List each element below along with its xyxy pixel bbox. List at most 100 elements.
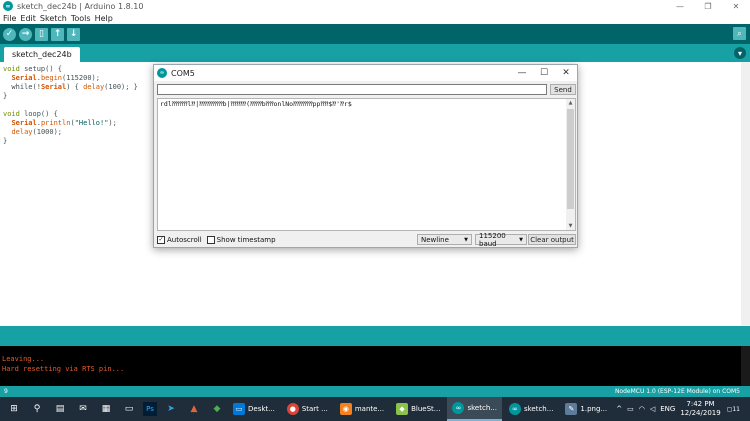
- code-token: (1000);: [32, 128, 63, 136]
- line-ending-select[interactable]: Newline ▼: [417, 234, 472, 245]
- taskbar-app[interactable]: ▭ Deskt...: [228, 397, 280, 421]
- app-icon: ◉: [339, 403, 352, 415]
- verify-button[interactable]: ✓: [3, 27, 16, 41]
- serial-monitor-title-bar[interactable]: ∞ COM5 — ☐ ✕: [154, 65, 577, 81]
- timestamp-label: Show timestamp: [216, 235, 276, 244]
- network-icon[interactable]: ▭: [627, 405, 634, 413]
- upload-button[interactable]: →: [19, 27, 32, 41]
- explorer-icon: ▭: [233, 403, 245, 415]
- maximize-button[interactable]: ❐: [694, 0, 722, 12]
- timestamp-checkbox[interactable]: [206, 235, 215, 244]
- close-button[interactable]: ✕: [722, 0, 750, 12]
- code-token: setup() {: [19, 65, 63, 73]
- console-output: Leaving... Hard resetting via RTS pin...: [0, 346, 750, 386]
- scroll-up-icon[interactable]: ▲: [566, 99, 575, 107]
- editor-scrollbar[interactable]: [741, 62, 750, 326]
- notification-count: 11: [732, 405, 740, 413]
- telegram-icon[interactable]: ➤: [162, 400, 180, 418]
- tab-bar: sketch_dec24b ▾: [0, 44, 750, 62]
- taskbar-app[interactable]: ● Start ...: [282, 397, 333, 421]
- console-divider[interactable]: [0, 326, 750, 346]
- chevron-down-icon: ▼: [519, 236, 523, 243]
- wifi-icon[interactable]: ◠: [639, 405, 645, 413]
- language-indicator[interactable]: ENG: [660, 405, 675, 413]
- clear-output-button[interactable]: Clear output: [528, 234, 576, 245]
- taskbar-app[interactable]: ∞ sketch...: [504, 397, 558, 421]
- minimize-button[interactable]: —: [666, 0, 694, 12]
- serial-close-button[interactable]: ✕: [555, 65, 577, 81]
- code-text[interactable]: void setup() { Serial.begin(115200); whi…: [3, 65, 138, 146]
- send-row: Send: [157, 84, 576, 95]
- board-info: NodeMCU 1.0 (ESP-12E Module) on COM5: [614, 388, 740, 395]
- tab-sketch[interactable]: sketch_dec24b: [4, 47, 80, 62]
- serial-output[interactable]: rdl⁇⁇⁇⁇l⁇|⁇⁇⁇⁇⁇⁇b|⁇⁇⁇⁇(⁇⁇⁇b⁇⁇onlNo⁇⁇⁇⁇⁇p…: [157, 98, 576, 231]
- serial-options-row: ✓ Autoscroll Show timestamp Newline ▼ 11…: [157, 231, 576, 248]
- calculator-icon[interactable]: ▦: [97, 400, 115, 418]
- taskbar-app-label: BlueSt...: [411, 405, 441, 413]
- console-line: Hard resetting via RTS pin...: [2, 365, 125, 373]
- search-icon[interactable]: ⚲: [28, 400, 46, 418]
- app-icon[interactable]: ◆: [208, 400, 226, 418]
- autoscroll-checkbox[interactable]: ✓: [157, 235, 165, 244]
- menu-edit[interactable]: Edit: [20, 14, 36, 23]
- scroll-thumb[interactable]: [567, 109, 574, 209]
- code-token: ) {: [66, 83, 84, 91]
- clock-date: 12/24/2019: [680, 409, 721, 417]
- serial-monitor-button[interactable]: ⌕: [733, 27, 746, 40]
- console-scrollbar[interactable]: [741, 346, 750, 386]
- taskbar-app-label: mante...: [354, 405, 385, 413]
- code-token: }: [3, 137, 8, 145]
- menu-tools[interactable]: Tools: [71, 14, 91, 23]
- serial-input[interactable]: [157, 84, 547, 95]
- chevron-down-icon: ▼: [464, 236, 468, 243]
- code-token: begin: [40, 74, 63, 82]
- code-token: (100); }: [104, 83, 138, 91]
- code-token: }: [3, 92, 8, 100]
- tab-menu-button[interactable]: ▾: [734, 47, 746, 59]
- menu-help[interactable]: Help: [95, 14, 113, 23]
- taskbar-app[interactable]: ∞ sketch...: [447, 397, 502, 421]
- volume-icon[interactable]: ◁: [650, 405, 655, 413]
- serial-output-text: rdl⁇⁇⁇⁇l⁇|⁇⁇⁇⁇⁇⁇b|⁇⁇⁇⁇(⁇⁇⁇b⁇⁇onlNo⁇⁇⁇⁇⁇p…: [160, 100, 352, 108]
- mail-icon[interactable]: ✉: [74, 400, 92, 418]
- windows-start-icon[interactable]: ⊞: [5, 400, 23, 418]
- photoshop-icon[interactable]: Ps: [143, 402, 157, 416]
- save-sketch-button[interactable]: ↓: [67, 27, 80, 41]
- taskbar-app[interactable]: ✎ 1.png...: [560, 397, 612, 421]
- serial-output-scrollbar[interactable]: ▲ ▼: [566, 99, 575, 230]
- code-token: void: [3, 65, 20, 73]
- code-token: (115200);: [62, 74, 100, 82]
- code-token: while(!: [3, 83, 41, 91]
- taskbar-app[interactable]: ◉ mante...: [335, 397, 389, 421]
- taskbar-app[interactable]: ◆ BlueSt...: [391, 397, 445, 421]
- task-view-icon[interactable]: ▤: [51, 400, 69, 418]
- baud-rate-select[interactable]: 115200 baud ▼: [475, 231, 527, 248]
- line-ending-value: Newline: [421, 235, 449, 244]
- scroll-down-icon[interactable]: ▼: [566, 222, 575, 230]
- notification-icon[interactable]: ▢11: [727, 406, 745, 413]
- arduino-icon: ∞: [452, 402, 465, 414]
- serial-maximize-button[interactable]: ☐: [533, 65, 555, 81]
- console-line: Leaving...: [2, 355, 45, 363]
- matlab-icon[interactable]: ▲: [185, 400, 203, 418]
- open-sketch-button[interactable]: ↑: [51, 27, 64, 41]
- monitor-icon[interactable]: ▭: [120, 400, 138, 418]
- menu-sketch[interactable]: Sketch: [40, 14, 67, 23]
- toolbar: ✓ → ▯ ↑ ↓ ⌕: [0, 24, 750, 44]
- autoscroll-label: Autoscroll: [167, 235, 202, 244]
- ide-title-bar: ∞ sketch_dec24b | Arduino 1.8.10 — ❐ ✕: [0, 0, 750, 12]
- code-token: delay: [11, 128, 33, 136]
- serial-minimize-button[interactable]: —: [511, 65, 533, 81]
- baud-rate-value: 115200 baud: [479, 231, 506, 248]
- taskbar-app-label: Deskt...: [248, 405, 275, 413]
- clock[interactable]: 7:42 PM 12/24/2019: [680, 400, 720, 418]
- menu-file[interactable]: File: [3, 14, 16, 23]
- new-sketch-button[interactable]: ▯: [35, 27, 48, 41]
- send-button[interactable]: Send: [550, 84, 576, 95]
- code-token: Serial: [11, 119, 37, 127]
- serial-monitor-window: ∞ COM5 — ☐ ✕ Send rdl⁇⁇⁇⁇l⁇|⁇⁇⁇⁇⁇⁇b|⁇⁇⁇⁇…: [153, 64, 578, 248]
- code-token: println: [40, 119, 71, 127]
- arduino-icon: ∞: [508, 403, 521, 415]
- chevron-up-icon[interactable]: ^: [616, 405, 622, 413]
- taskbar-app-label: 1.png...: [580, 405, 608, 413]
